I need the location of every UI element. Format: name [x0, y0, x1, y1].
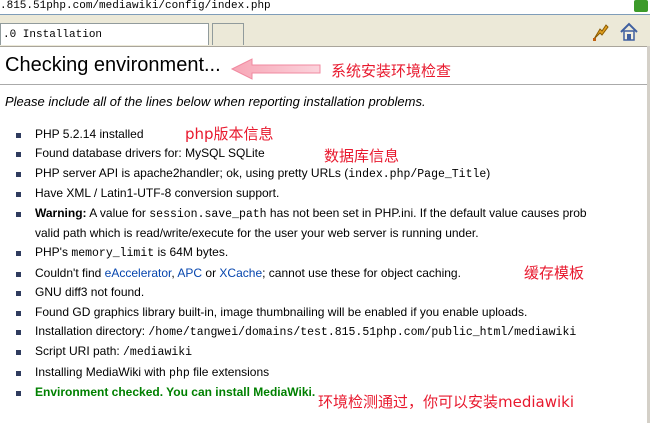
tab-installation[interactable]: .0 Installation: [0, 23, 209, 45]
tab-bar: .0 Installation: [0, 15, 650, 47]
warning-text-2: has not been set in PHP.ini. If the defa…: [266, 205, 587, 220]
report-hint: Please include all of the lines below wh…: [5, 94, 426, 109]
tab-title: .0 Installation: [3, 29, 103, 41]
install-dir-label: Installation directory:: [35, 324, 149, 339]
bullet-icon: [16, 310, 21, 316]
install-dir-path: /home/tangwei/domains/test.815.51php.com…: [148, 326, 577, 340]
warning-code: session.save_path: [149, 207, 267, 221]
eaccelerator-link[interactable]: eAccelerator: [105, 266, 172, 280]
home-icon[interactable]: [618, 21, 640, 43]
bullet-icon: [16, 251, 21, 257]
annotation-passed: 环境检测通过，你可以安装mediawiki: [318, 393, 575, 411]
script-uri-label: Script URI path:: [35, 344, 124, 359]
list-item: Script URI path: /mediawiki: [14, 342, 650, 362]
list-item: Warning: A value for session.save_path h…: [14, 204, 650, 244]
warning-label: Warning:: [35, 205, 87, 220]
diff3-text: GNU diff3 not found.: [35, 285, 145, 300]
apc-link[interactable]: APC: [177, 266, 202, 280]
address-text: .815.51php.com/mediawiki/config/index.ph…: [0, 0, 271, 12]
feed-icon[interactable]: [590, 21, 612, 43]
bullet-icon: [16, 192, 21, 198]
list-item: Installation directory: /home/tangwei/do…: [14, 322, 650, 342]
xcache-link[interactable]: XCache: [219, 266, 262, 280]
list-item: Found GD graphics library built-in, imag…: [14, 303, 650, 322]
cache-text: Couldn't find: [35, 265, 105, 280]
bullet-icon: [16, 291, 21, 297]
xml-support-text: Have XML / Latin1-UTF-8 conversion suppo…: [35, 186, 280, 201]
bullet-icon: [16, 271, 21, 277]
annotation-php-version: php版本信息: [185, 125, 274, 143]
list-item: Installing MediaWiki with php file exten…: [14, 363, 650, 383]
bullet-icon: [16, 152, 21, 158]
tab-empty[interactable]: [212, 23, 244, 45]
annotation-db-info: 数据库信息: [324, 147, 400, 165]
db-drivers-text: Found database drivers for: MySQL SQLite: [35, 146, 265, 161]
warning-text-3: valid path which is read/write/execute f…: [35, 226, 479, 241]
extension-text: Installing MediaWiki with: [35, 364, 170, 379]
server-api-close: ): [486, 165, 491, 180]
annotation-arrow-icon: [230, 58, 321, 80]
bullet-icon: [16, 211, 21, 217]
memory-code: memory_limit: [71, 247, 155, 261]
bullet-icon: [16, 350, 21, 356]
list-item: PHP's memory_limit is 64M bytes.: [14, 243, 650, 263]
bullet-icon: [16, 330, 21, 336]
bullet-icon: [16, 370, 21, 376]
cache-text-2: ; cannot use these for object caching.: [262, 265, 461, 280]
address-bar[interactable]: .815.51php.com/mediawiki/config/index.ph…: [0, 0, 650, 15]
bullet-icon: [16, 391, 21, 397]
server-api-code: index.php/Page_Title: [348, 167, 487, 181]
php-version-text: PHP 5.2.14 installed: [35, 127, 144, 141]
cache-sep-2: or: [202, 265, 220, 280]
memory-text-2: is 64M bytes.: [154, 245, 229, 260]
annotation-check-env: 系统安装环境检查: [331, 62, 452, 80]
bullet-icon: [16, 171, 21, 177]
list-item: PHP server API is apache2handler; ok, us…: [14, 164, 650, 184]
list-item: GNU diff3 not found.: [14, 283, 650, 302]
list-item: Have XML / Latin1-UTF-8 conversion suppo…: [14, 184, 650, 203]
script-uri-path: /mediawiki: [123, 346, 193, 360]
extension-code: php: [169, 366, 190, 380]
extension-text-2: file extensions: [189, 364, 270, 379]
environment-ok-message: Environment checked. You can install Med…: [35, 385, 316, 400]
annotation-cache: 缓存模板: [524, 264, 585, 282]
page-title: Checking environment...: [0, 51, 650, 85]
go-button[interactable]: [634, 0, 648, 12]
server-api-text: PHP server API is apache2handler; ok, us…: [35, 165, 349, 180]
warning-text: A value for: [86, 205, 150, 220]
bullet-icon: [16, 133, 21, 138]
list-item: PHP 5.2.14 installed: [14, 125, 650, 144]
gd-text: Found GD graphics library built-in, imag…: [35, 304, 528, 319]
memory-text: PHP's: [35, 245, 72, 260]
